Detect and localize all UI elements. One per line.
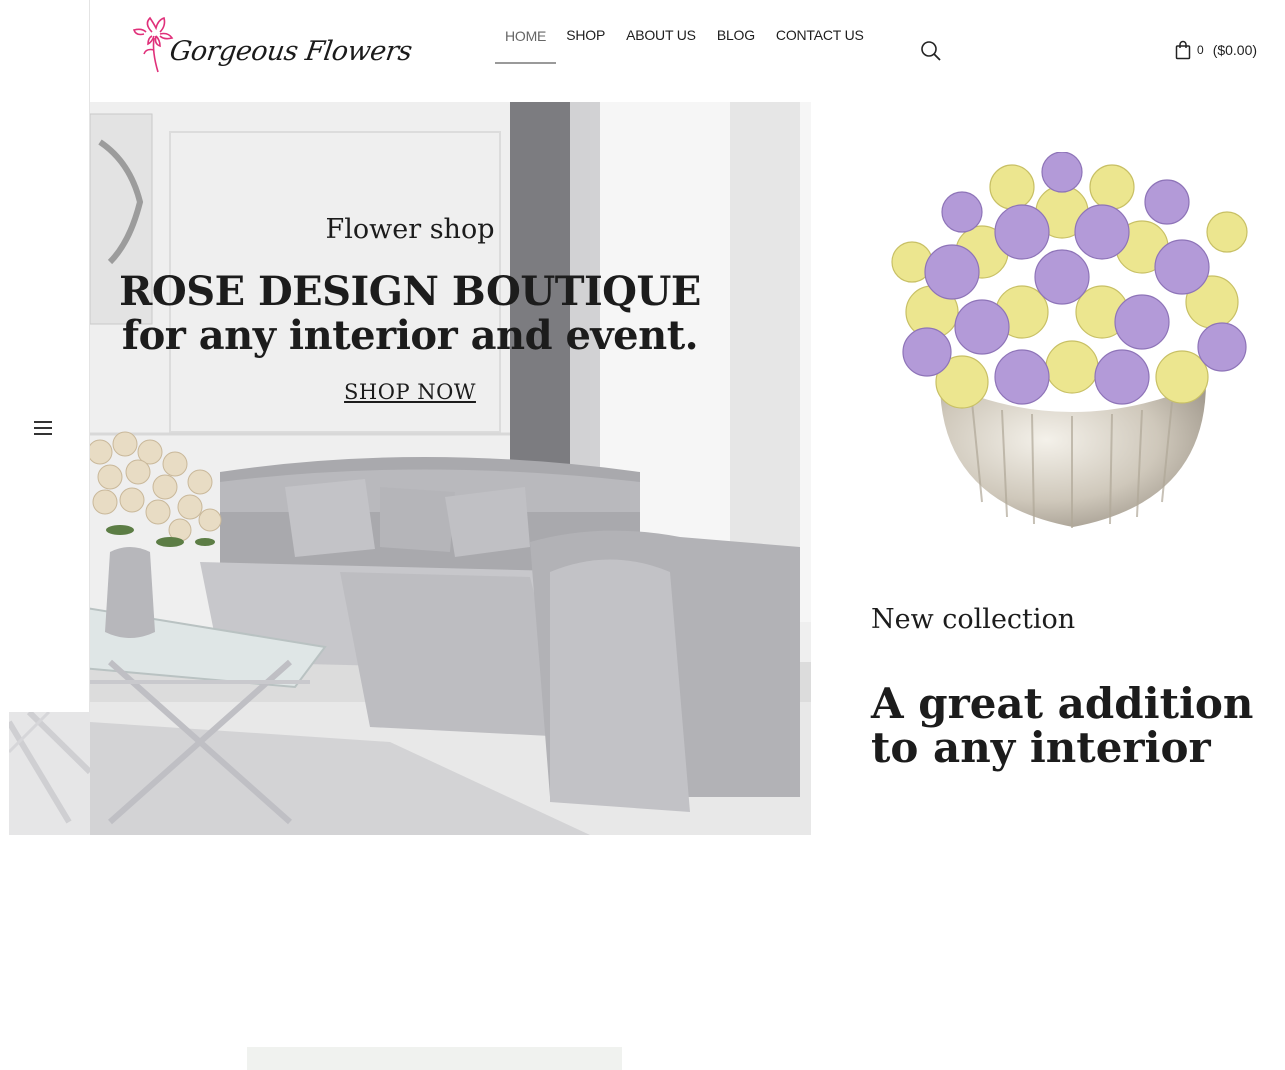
cart-button[interactable]: 0 ($0.00) (1175, 40, 1257, 60)
collection-title: A great addition to any interior (871, 682, 1271, 770)
cart-count: 0 (1197, 43, 1204, 57)
nav-blog[interactable]: BLOG (717, 27, 755, 45)
logo[interactable]: Gorgeous Flowers (132, 12, 414, 76)
hero-image-extension (9, 712, 90, 835)
collection-title-line2: to any interior (871, 723, 1211, 772)
section-preview-strip (247, 1047, 622, 1070)
shop-now-link[interactable]: SHOP NOW (90, 380, 730, 404)
hamburger-icon[interactable] (34, 421, 54, 435)
hero-image (90, 102, 811, 835)
nav-shop[interactable]: SHOP (566, 27, 605, 45)
search-button[interactable] (920, 40, 942, 62)
logo-text: Gorgeous Flowers (167, 36, 414, 67)
collection-title-line1: A great addition (871, 679, 1254, 728)
nav-contact-us[interactable]: CONTACT US (776, 27, 864, 45)
rose-bowl-image (872, 151, 1276, 532)
nav-home[interactable]: HOME (495, 28, 557, 64)
cart-total: ($0.00) (1212, 42, 1258, 58)
main-nav: HOME SHOP ABOUT US BLOG CONTACT US (495, 0, 885, 72)
left-sidebar (0, 0, 90, 712)
collection-subtitle: New collection (871, 604, 1076, 635)
shopping-bag-icon (1175, 40, 1191, 60)
nav-about-us[interactable]: ABOUT US (626, 27, 696, 45)
search-icon (921, 41, 941, 61)
site-header: Gorgeous Flowers HOME SHOP ABOUT US BLOG… (90, 0, 1285, 102)
